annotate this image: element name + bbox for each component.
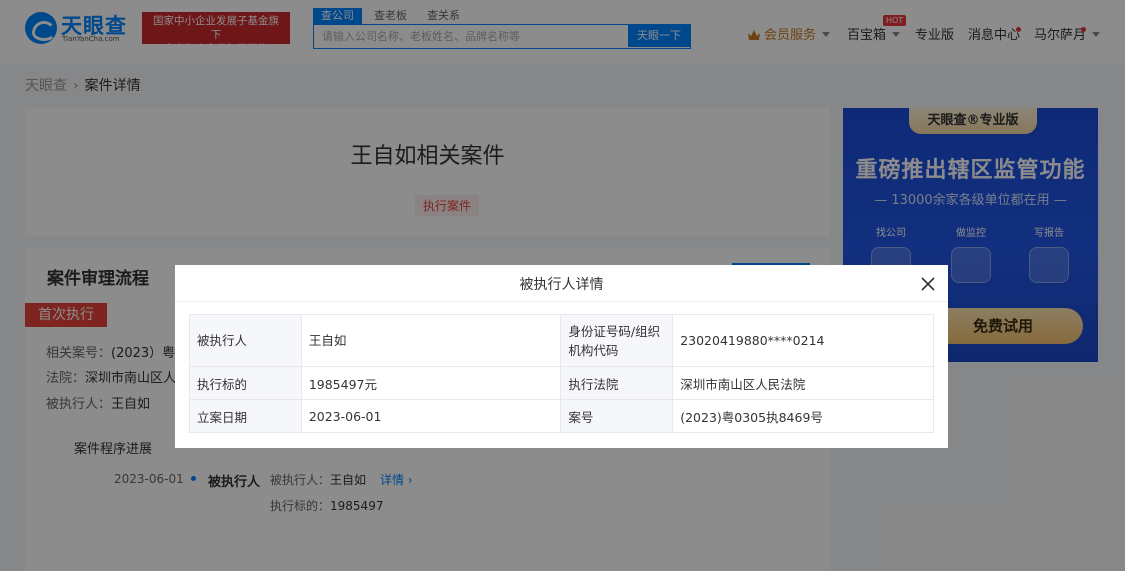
close-icon[interactable]: [919, 275, 937, 293]
table-row: 执行标的 1985497元 执行法院 深圳市南山区人民法院: [189, 366, 934, 400]
field-label: 案号: [560, 399, 674, 433]
field-label: 身份证号码/组织机构代码: [560, 314, 674, 367]
field-label: 执行标的: [189, 366, 302, 400]
field-value: (2023)粤0305执8469号: [672, 399, 934, 433]
field-value: 1985497元: [300, 366, 562, 400]
field-value: 王自如: [300, 314, 562, 367]
table-row: 立案日期 2023-06-01 案号 (2023)粤0305执8469号: [189, 399, 934, 433]
field-value: 深圳市南山区人民法院: [672, 366, 934, 400]
field-value: 2023-06-01: [300, 399, 562, 433]
modal-title: 被执行人详情: [519, 277, 604, 293]
executed-person-modal: 被执行人详情 被执行人 王自如 身份证号码/组织机构代码 23020419880…: [175, 265, 948, 448]
detail-table: 被执行人 王自如 身份证号码/组织机构代码 23020419880****021…: [189, 314, 934, 433]
table-row: 被执行人 王自如 身份证号码/组织机构代码 23020419880****021…: [189, 314, 934, 367]
modal-divider: [175, 301, 948, 302]
field-label: 执行法院: [560, 366, 674, 400]
field-label: 立案日期: [189, 399, 302, 433]
field-value: 23020419880****0214: [672, 314, 934, 367]
field-label: 被执行人: [189, 314, 302, 367]
